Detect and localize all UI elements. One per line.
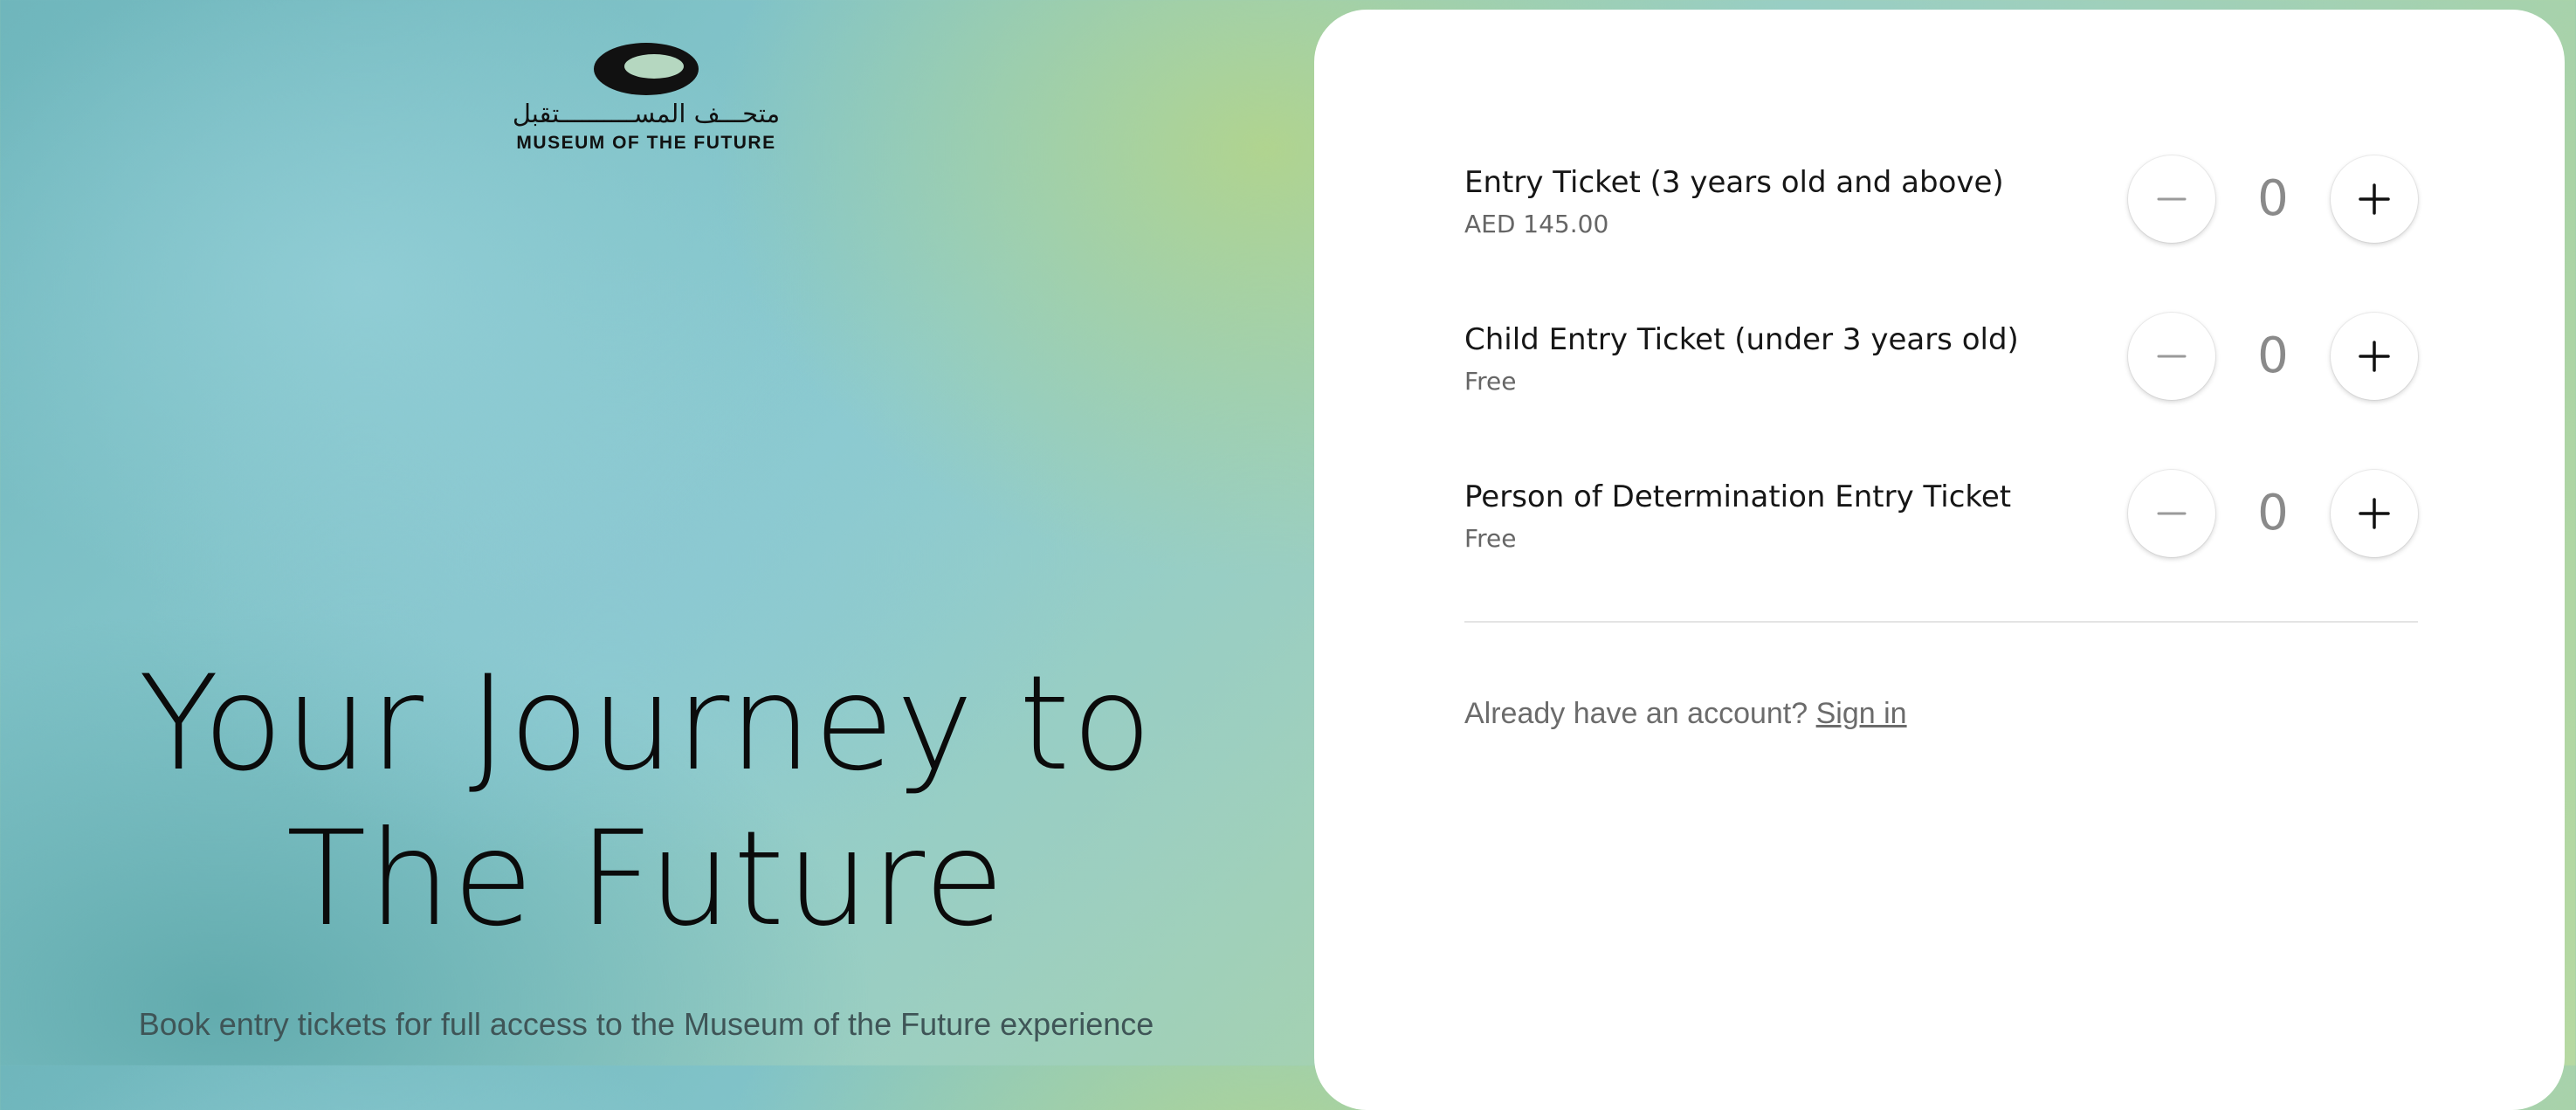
plus-icon bbox=[2359, 498, 2390, 529]
quantity-value: 0 bbox=[2257, 327, 2289, 384]
minus-icon bbox=[2157, 355, 2187, 358]
minus-icon bbox=[2157, 197, 2187, 201]
museum-logo[interactable]: متحـــف المســــــــــتقبل MUSEUM OF THE… bbox=[506, 42, 786, 154]
divider bbox=[1464, 621, 2418, 623]
quantity-stepper: 0 bbox=[2128, 467, 2418, 560]
ticket-price: Free bbox=[1464, 524, 1517, 553]
hero-title: Your Journey to The Future bbox=[0, 646, 1292, 957]
account-prompt-text: Already have an account? bbox=[1464, 697, 1808, 730]
ticket-name: Entry Ticket (3 years old and above) bbox=[1464, 165, 2004, 200]
quantity-value: 0 bbox=[2257, 485, 2289, 541]
sign-in-link[interactable]: Sign in bbox=[1816, 697, 1907, 730]
ticket-name: Child Entry Ticket (under 3 years old) bbox=[1464, 322, 2019, 357]
logo-arabic-name: متحـــف المســــــــــتقبل bbox=[512, 99, 781, 128]
ticket-price: AED 145.00 bbox=[1464, 210, 1609, 238]
quantity-stepper: 0 bbox=[2128, 153, 2418, 245]
increment-button[interactable] bbox=[2331, 155, 2418, 243]
quantity-stepper: 0 bbox=[2128, 310, 2418, 403]
ticket-selection-card: Entry Ticket (3 years old and above) AED… bbox=[1314, 10, 2565, 1110]
account-prompt: Already have an account? Sign in bbox=[1464, 697, 1907, 731]
increment-button[interactable] bbox=[2331, 470, 2418, 557]
plus-icon bbox=[2359, 341, 2390, 372]
quantity-value: 0 bbox=[2257, 170, 2289, 227]
ticket-name: Person of Determination Entry Ticket bbox=[1464, 479, 2012, 514]
hero-title-line-1: Your Journey to bbox=[138, 648, 1154, 800]
ticket-row-entry: Entry Ticket (3 years old and above) AED… bbox=[1464, 153, 2418, 249]
museum-logo-icon bbox=[594, 43, 699, 95]
ticket-row-determination: Person of Determination Entry Ticket Fre… bbox=[1464, 467, 2418, 563]
decrement-button[interactable] bbox=[2128, 313, 2215, 400]
decrement-button[interactable] bbox=[2128, 470, 2215, 557]
logo-english-name: MUSEUM OF THE FUTURE bbox=[516, 133, 776, 153]
plus-icon bbox=[2359, 183, 2390, 215]
ticket-price: Free bbox=[1464, 367, 1517, 396]
decrement-button[interactable] bbox=[2128, 155, 2215, 243]
hero-subtitle: Book entry tickets for full access to th… bbox=[138, 1006, 1154, 1042]
minus-icon bbox=[2157, 512, 2187, 515]
increment-button[interactable] bbox=[2331, 313, 2418, 400]
hero-title-line-2: The Future bbox=[286, 803, 1007, 955]
ticket-row-child: Child Entry Ticket (under 3 years old) F… bbox=[1464, 310, 2418, 406]
